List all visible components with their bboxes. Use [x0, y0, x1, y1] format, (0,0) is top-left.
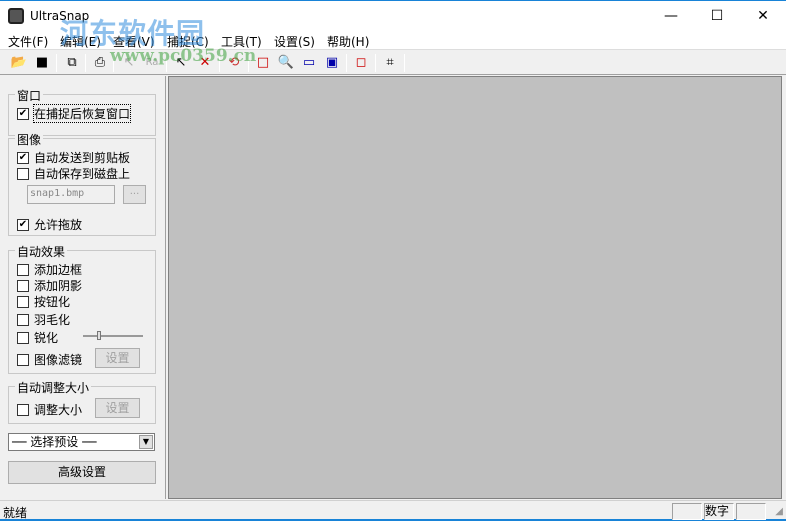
object-icon[interactable]: ▣	[323, 54, 341, 72]
checkbox-label: 在捕捉后恢复窗口	[32, 104, 132, 123]
filename-input[interactable]: snap1.bmp	[27, 185, 115, 204]
save-disk-checkbox[interactable]: 自动保存到磁盘上	[17, 165, 130, 182]
checkbox-label: 羽毛化	[34, 313, 71, 327]
rectangle-icon[interactable]: □	[254, 54, 272, 72]
save-icon[interactable]: ■	[33, 54, 51, 72]
resize-group: 自动调整大小 调整大小 设置	[8, 379, 156, 424]
group-label: 自动调整大小	[15, 379, 92, 396]
status-pane	[736, 503, 766, 520]
window-icon[interactable]: ▭	[300, 54, 318, 72]
browse-button[interactable]: ...	[123, 185, 146, 204]
window-group: 窗口 ✔ 在捕捉后恢复窗口	[8, 87, 156, 136]
preset-value: ── 选择预设 ──	[12, 435, 97, 449]
menu-settings[interactable]: 设置(S)	[274, 33, 315, 50]
group-label: 图像	[15, 131, 44, 148]
checkbox-label: 按钮化	[34, 295, 71, 309]
menu-file[interactable]: 文件(F)	[8, 33, 48, 50]
chevron-down-icon[interactable]: ▼	[139, 435, 153, 449]
zoom-region-icon[interactable]: 🔍	[277, 54, 295, 72]
effects-group: 自动效果 添加边框 添加阴影 按钮化 羽毛化 锐化 图像滤镜 设置	[8, 243, 156, 374]
app-icon	[8, 8, 24, 24]
checkbox-label: 自动保存到磁盘上	[34, 167, 131, 181]
status-text: 就绪	[3, 506, 28, 520]
copy-icon[interactable]: ⧉	[63, 54, 81, 72]
minimize-button[interactable]: —	[648, 1, 694, 31]
border-checkbox[interactable]: 添加边框	[17, 261, 82, 278]
slider-thumb[interactable]	[97, 331, 101, 340]
crop-icon[interactable]: ⌗	[381, 54, 399, 72]
image-group: 图像 ✔ 自动发送到剪贴板 自动保存到磁盘上 snap1.bmp ... ✔ 允许拖…	[8, 131, 156, 236]
resize-icon[interactable]: ◻	[352, 54, 370, 72]
checkbox-label: 添加边框	[34, 263, 83, 277]
sharpen-checkbox[interactable]: 锐化	[17, 329, 58, 346]
status-pane	[672, 503, 702, 520]
checkbox-label: 添加阴影	[34, 279, 83, 293]
drag-checkbox[interactable]: ✔ 允许拖放	[17, 216, 82, 233]
filter-checkbox[interactable]: 图像滤镜	[17, 351, 82, 368]
options-panel: 窗口 ✔ 在捕捉后恢复窗口 图像 ✔ 自动发送到剪贴板 自动保存到磁盘上 snap1…	[0, 76, 166, 499]
checkbox-label: 调整大小	[34, 403, 83, 417]
checkbox-label: 允许拖放	[34, 218, 83, 232]
feather-checkbox[interactable]: 羽毛化	[17, 311, 70, 328]
checkbox-label: 图像滤镜	[34, 353, 83, 367]
group-label: 窗口	[15, 87, 44, 104]
restore-checkbox[interactable]: ✔ 在捕捉后恢复窗口	[17, 104, 132, 123]
clipboard-checkbox[interactable]: ✔ 自动发送到剪贴板	[17, 149, 130, 166]
open-icon[interactable]: 📂	[10, 54, 28, 72]
resize-settings-button[interactable]: 设置	[95, 398, 140, 418]
group-label: 自动效果	[15, 243, 68, 260]
resize-checkbox[interactable]: 调整大小	[17, 401, 82, 418]
menu-help[interactable]: 帮助(H)	[327, 33, 369, 50]
button-checkbox[interactable]: 按钮化	[17, 293, 70, 310]
shadow-checkbox[interactable]: 添加阴影	[17, 277, 82, 294]
preset-select[interactable]: ── 选择预设 ── ▼	[8, 433, 155, 451]
status-bar: 就绪 数字 ◢	[0, 500, 786, 521]
resize-grip-icon[interactable]: ◢	[775, 506, 783, 517]
checkbox-label: 自动发送到剪贴板	[34, 151, 131, 165]
close-button[interactable]: ✕	[740, 1, 786, 31]
watermark-url: www.pc0359.cn	[110, 46, 257, 66]
checkbox-label: 锐化	[34, 331, 59, 345]
advanced-settings-button[interactable]: 高级设置	[8, 461, 156, 484]
maximize-button[interactable]: ☐	[694, 1, 740, 31]
capture-area	[168, 76, 782, 499]
sharpen-slider[interactable]	[83, 331, 143, 340]
num-lock-indicator: 数字	[704, 503, 734, 520]
filter-settings-button[interactable]: 设置	[95, 348, 140, 368]
print-icon[interactable]: ⎙	[91, 54, 109, 72]
